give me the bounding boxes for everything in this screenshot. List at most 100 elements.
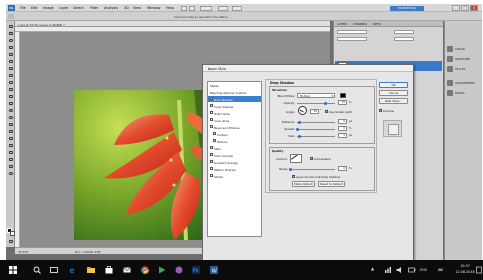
noise-field[interactable]: 0 <box>338 166 347 171</box>
workspace-essentials-button[interactable]: ESSENTIALS <box>390 5 424 11</box>
spread-field[interactable]: 0 <box>338 126 347 131</box>
swatches-panel-button[interactable]: SWATCHES <box>447 55 481 63</box>
language-indicator[interactable]: ENG <box>420 268 427 272</box>
distance-slider-handle[interactable] <box>298 120 301 124</box>
minimize-button[interactable]: – <box>452 5 460 11</box>
style-gradient-overlay[interactable]: Gradient Overlay <box>208 159 261 165</box>
layer-opacity-field[interactable] <box>394 30 414 34</box>
battery-icon[interactable] <box>408 266 416 274</box>
dodge-tool-icon[interactable] <box>8 115 14 120</box>
tab-layers[interactable]: LAYERS <box>337 23 347 26</box>
stroke-checkbox[interactable] <box>210 174 213 178</box>
brush-tool-icon[interactable] <box>8 73 14 78</box>
noise-slider[interactable] <box>290 169 335 170</box>
styles-panel-button[interactable]: STYLES <box>447 65 481 73</box>
type-tool-icon[interactable] <box>8 129 14 134</box>
menu-layer[interactable]: Layer <box>59 6 68 10</box>
task-view-icon[interactable] <box>50 266 58 274</box>
anti-aliased-checkbox[interactable] <box>310 156 314 160</box>
keyboard-icon[interactable]: ⌨ <box>438 268 443 272</box>
style-satin[interactable]: Satin <box>208 145 261 151</box>
menu-window[interactable]: Window <box>147 6 160 10</box>
color-overlay-checkbox[interactable] <box>210 153 213 157</box>
layer-fill-field[interactable] <box>394 37 414 41</box>
contour-picker[interactable] <box>290 154 302 163</box>
file-explorer-icon[interactable] <box>87 266 95 274</box>
app-shortcut-icon[interactable] <box>175 266 183 274</box>
spread-slider-handle[interactable] <box>296 127 299 131</box>
screen-mode-button[interactable] <box>232 5 242 11</box>
size-slider-handle[interactable] <box>298 134 301 138</box>
photoshop-taskbar-icon[interactable]: Ps <box>192 266 200 274</box>
healing-brush-tool-icon[interactable] <box>8 66 14 71</box>
path-selection-tool-icon[interactable] <box>8 136 14 141</box>
close-button[interactable]: × <box>470 5 478 11</box>
menu-image[interactable]: Image <box>43 6 54 10</box>
clone-stamp-tool-icon[interactable] <box>8 80 14 85</box>
make-default-button[interactable]: Make Default <box>292 181 315 187</box>
gradient-tool-icon[interactable] <box>8 101 14 106</box>
style-inner-glow[interactable]: Inner Glow <box>208 117 261 123</box>
shadow-color-swatch[interactable] <box>340 93 346 98</box>
opacity-slider-handle[interactable] <box>324 101 327 105</box>
quick-mask-icon[interactable] <box>8 239 14 244</box>
knockout-checkbox[interactable] <box>292 174 296 178</box>
style-drop-shadow[interactable]: ✓ Drop Shadow <box>208 96 261 102</box>
windows-start-icon[interactable] <box>9 266 17 274</box>
edge-browser-icon[interactable]: e <box>69 266 77 274</box>
crop-tool-icon[interactable] <box>8 52 14 57</box>
menu-3d[interactable]: 3D <box>124 6 129 10</box>
word-icon[interactable]: W <box>210 266 218 274</box>
arrange-documents-button[interactable] <box>218 5 228 11</box>
reset-to-default-button[interactable]: Reset to Default <box>318 181 345 187</box>
menu-help[interactable]: Help <box>166 6 174 10</box>
tab-channels[interactable]: CHANNELS <box>353 23 367 26</box>
ok-button[interactable]: OK <box>379 82 408 88</box>
opacity-field[interactable]: 75 <box>338 100 347 105</box>
adjustments-panel-button[interactable]: ADJUSTMENTS <box>447 79 481 87</box>
style-bevel-emboss[interactable]: Bevel and Emboss <box>208 124 261 130</box>
eraser-tool-icon[interactable] <box>8 94 14 99</box>
clock[interactable]: 10:57 12.08.2018 <box>453 263 477 275</box>
inner-shadow-checkbox[interactable] <box>210 104 213 108</box>
angle-field[interactable]: 30 <box>310 109 319 114</box>
size-slider[interactable] <box>297 136 335 137</box>
status-zoom[interactable]: 33.33% <box>18 250 29 254</box>
new-style-button[interactable]: New Style... <box>379 98 408 104</box>
masks-panel-button[interactable]: MASKS <box>447 89 481 97</box>
marquee-tool-icon[interactable] <box>8 31 14 36</box>
shadow-blend-mode-select[interactable]: Multiply ▾ <box>297 93 335 98</box>
inner-glow-checkbox[interactable] <box>210 118 213 122</box>
quick-select-tool-icon[interactable] <box>8 45 14 50</box>
blending-options-item[interactable]: Blending Options: Custom <box>208 89 261 95</box>
distance-field[interactable]: 5 <box>338 119 347 124</box>
color-panel-button[interactable]: COLOR <box>447 45 481 53</box>
use-global-light-checkbox[interactable] <box>325 109 329 113</box>
network-icon[interactable] <box>384 266 392 274</box>
distance-slider[interactable] <box>297 122 335 123</box>
preview-checkbox[interactable] <box>379 108 383 112</box>
bevel-emboss-checkbox[interactable] <box>210 125 213 129</box>
move-tool-icon[interactable] <box>8 24 14 29</box>
angle-dial[interactable] <box>298 106 307 115</box>
bridge-button[interactable] <box>181 5 187 11</box>
menu-view[interactable]: View <box>133 6 141 10</box>
zoom-tool-icon[interactable] <box>8 171 14 176</box>
store-icon[interactable] <box>105 266 113 274</box>
minibridge-button[interactable] <box>189 5 195 11</box>
menu-filter[interactable]: Filter <box>90 6 98 10</box>
background-color-swatch[interactable] <box>9 230 15 236</box>
dialog-close-icon[interactable]: × <box>208 67 410 71</box>
style-inner-shadow[interactable]: Inner Shadow <box>208 103 261 109</box>
style-color-overlay[interactable]: Color Overlay <box>208 152 261 158</box>
shape-tool-icon[interactable] <box>8 143 14 148</box>
blend-mode-select[interactable] <box>337 30 367 34</box>
style-texture[interactable]: Texture <box>208 138 261 144</box>
styles-header[interactable]: Styles <box>208 82 261 88</box>
opacity-slider[interactable] <box>297 103 335 104</box>
tab-paths[interactable]: PATHS <box>373 23 381 26</box>
history-brush-tool-icon[interactable] <box>8 87 14 92</box>
menu-file[interactable]: File <box>20 6 26 10</box>
maximize-button[interactable]: □ <box>461 5 469 11</box>
media-app-icon[interactable] <box>158 266 166 274</box>
